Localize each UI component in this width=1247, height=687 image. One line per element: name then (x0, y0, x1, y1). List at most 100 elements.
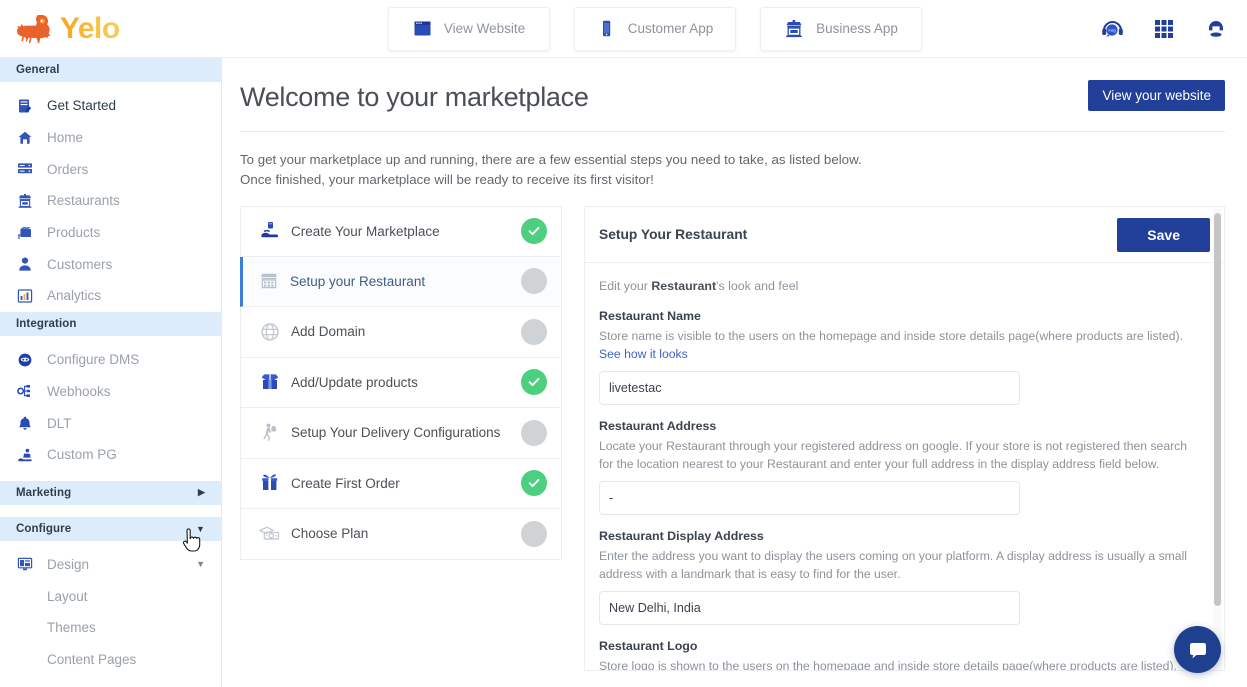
analytics-chart-icon (16, 287, 34, 305)
sidebar-subitem-content-pages[interactable]: Content Pages (0, 644, 221, 676)
brand-logo[interactable]: Yelo (0, 0, 222, 58)
step-label: Create First Order (291, 475, 400, 491)
sidebar-item-home[interactable]: Home (0, 122, 221, 154)
field-restaurant-logo: Restaurant Logo Store logo is shown to t… (599, 639, 1196, 670)
step-label: Setup Your Delivery Configurations (291, 425, 501, 441)
storefront-icon (256, 270, 282, 292)
top-bar: Yelo View Website Customer App Business … (0, 0, 1247, 58)
sidebar-section-configure-label: Configure (16, 522, 72, 535)
status-badge-done (521, 470, 547, 497)
field-help: Store name is visible to the users on th… (599, 327, 1196, 363)
delivery-person-icon (257, 422, 283, 444)
chevron-right-icon: ▶ (197, 487, 205, 498)
sidebar-section-configure[interactable]: Configure ▼ (0, 516, 221, 541)
restaurant-name-input[interactable] (599, 371, 1020, 405)
browser-window-icon (414, 21, 431, 36)
field-restaurant-address: Restaurant Address Locate your Restauran… (599, 419, 1196, 515)
step-add-update-products[interactable]: Add/Update products (240, 357, 562, 408)
customer-app-button[interactable]: Customer App (574, 6, 736, 51)
sidebar-section-integration-label: Integration (16, 317, 77, 330)
panel-header: Setup Your Restaurant Save (585, 207, 1224, 263)
chat-support-button[interactable] (1174, 626, 1221, 673)
sidebar-item-restaurants-label: Restaurants (47, 193, 120, 209)
support-headset-icon[interactable]: msg (1099, 16, 1125, 42)
home-icon (16, 129, 34, 147)
step-create-your-marketplace[interactable]: Create Your Marketplace (240, 206, 562, 257)
sidebar-section-marketing[interactable]: Marketing ▶ (0, 480, 221, 505)
step-choose-plan[interactable]: Choose Plan (240, 509, 562, 560)
field-restaurant-name: Restaurant Name Store name is visible to… (599, 309, 1196, 405)
chevron-down-icon: ▼ (195, 523, 205, 534)
sidebar-item-dlt[interactable]: DLT (0, 407, 221, 439)
sidebar-section-general[interactable]: General (0, 58, 221, 82)
business-app-button[interactable]: Business App (760, 6, 922, 51)
customer-user-icon (16, 255, 34, 273)
save-button[interactable]: Save (1117, 217, 1210, 252)
view-your-website-button[interactable]: View your website (1088, 80, 1225, 111)
step-create-first-order[interactable]: Create First Order (240, 458, 562, 509)
top-bar-icons: msg (1099, 0, 1229, 58)
sidebar-item-webhooks[interactable]: Webhooks (0, 376, 221, 408)
status-badge-done (521, 369, 547, 396)
sidebar-item-configure-dms-label: Configure DMS (47, 352, 140, 368)
app-root: Yelo View Website Customer App Business … (0, 0, 1247, 687)
field-restaurant-display-address: Restaurant Display Address Enter the add… (599, 529, 1196, 625)
panel-body: Edit your Restaurant's look and feel Res… (585, 263, 1224, 670)
status-badge-pending (521, 520, 547, 547)
sidebar-item-analytics[interactable]: Analytics (0, 280, 221, 312)
checklist-icon (16, 97, 34, 115)
sidebar-subitem-content-pages-label: Content Pages (47, 651, 137, 667)
sidebar-item-design-label: Design (47, 556, 90, 572)
status-badge-pending (521, 419, 547, 446)
bell-icon (16, 414, 34, 432)
panel-scrollbar-thumb[interactable] (1214, 213, 1221, 606)
sidebar-item-webhooks-label: Webhooks (47, 383, 111, 399)
restaurant-display-address-input[interactable] (599, 591, 1020, 625)
restaurant-address-input[interactable] (599, 481, 1020, 515)
user-account-icon[interactable] (1203, 16, 1229, 42)
sidebar-item-home-label: Home (47, 130, 84, 146)
intro-line-2: Once finished, your marketplace will be … (240, 172, 654, 187)
money-plan-icon (257, 523, 283, 545)
globe-domain-icon (257, 321, 283, 343)
sidebar-section-general-label: General (16, 64, 60, 76)
sidebar-item-design[interactable]: Design ▼ (0, 549, 221, 581)
sidebar-item-get-started[interactable]: Get Started (0, 90, 221, 122)
sidebar-item-orders-label: Orders (47, 161, 89, 177)
field-help: Store logo is shown to the users on the … (599, 657, 1196, 670)
step-add-domain[interactable]: Add Domain (240, 307, 562, 358)
sidebar-subitem-themes[interactable]: Themes (0, 612, 221, 644)
intro-text: To get your marketplace up and running, … (222, 132, 1247, 190)
setup-steps-list: Create Your Marketplace Setup your Resta… (240, 206, 562, 671)
gift-order-icon (257, 472, 283, 494)
orders-list-icon (16, 160, 34, 178)
field-help: Enter the address you want to display th… (599, 549, 1188, 581)
sidebar-item-customers[interactable]: Customers (0, 248, 221, 280)
webhooks-node-icon (16, 382, 34, 400)
mobile-phone-icon (602, 20, 610, 37)
field-label: Restaurant Name (599, 309, 701, 323)
step-setup-your-restaurant[interactable]: Setup your Restaurant (240, 256, 562, 307)
sidebar-section-integration[interactable]: Integration (0, 311, 221, 336)
storefront-icon (786, 20, 802, 38)
sidebar-item-custom-pg[interactable]: Custom PG (0, 439, 221, 471)
sidebar-item-orders[interactable]: Orders (0, 153, 221, 185)
sidebar-item-get-started-label: Get Started (47, 98, 117, 114)
sidebar-item-custom-pg-label: Custom PG (47, 447, 117, 463)
business-app-label: Business App (816, 21, 898, 36)
panel-subtitle: Edit your Restaurant's look and feel (599, 279, 1196, 293)
customer-app-label: Customer App (627, 21, 714, 36)
payment-hand-icon (16, 446, 34, 464)
content-area: Create Your Marketplace Setup your Resta… (222, 190, 1247, 671)
apps-grid-icon[interactable] (1151, 16, 1177, 42)
sidebar-item-products[interactable]: Products (0, 217, 221, 249)
sidebar-item-configure-dms[interactable]: Configure DMS (0, 344, 221, 376)
step-setup-delivery-configurations[interactable]: Setup Your Delivery Configurations (240, 408, 562, 459)
view-website-button[interactable]: View Website (388, 6, 550, 51)
chat-bubble-icon (1189, 642, 1206, 658)
panel-subtitle-pre: Edit your (599, 279, 652, 293)
field-help-text: Store name is visible to the users on th… (599, 329, 1183, 343)
sidebar-item-restaurants[interactable]: Restaurants (0, 185, 221, 217)
sidebar-subitem-layout[interactable]: Layout (0, 580, 221, 612)
see-how-it-looks-link[interactable]: See how it looks (599, 347, 688, 361)
